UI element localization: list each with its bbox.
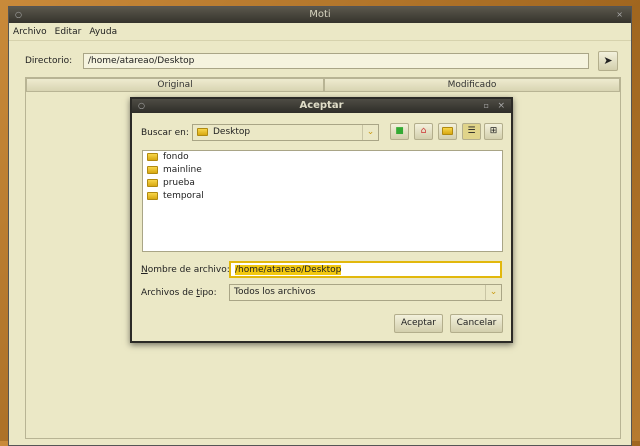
directory-label: Directorio: bbox=[25, 56, 73, 66]
up-folder-button[interactable]: ■ bbox=[390, 123, 409, 140]
new-folder-button[interactable] bbox=[438, 123, 457, 140]
folder-icon bbox=[147, 191, 158, 200]
cancel-button[interactable]: Cancelar bbox=[450, 314, 503, 333]
list-item[interactable]: temporal bbox=[143, 190, 502, 203]
file-name: prueba bbox=[163, 178, 195, 188]
list-item[interactable]: fondo bbox=[143, 151, 502, 164]
column-original[interactable]: Original bbox=[26, 78, 324, 92]
folder-icon bbox=[197, 127, 208, 136]
filetype-value: Todos los archivos bbox=[234, 287, 316, 297]
file-chooser-dialog: Aceptar ○ ▫ × Buscar en: Desktop ⌄ ■ ⌂ ☰… bbox=[130, 97, 513, 343]
list-view-button[interactable]: ☰ bbox=[462, 123, 481, 140]
menu-ayuda[interactable]: Ayuda bbox=[85, 23, 121, 41]
mnemonic: N bbox=[141, 265, 148, 275]
home-icon: ⌂ bbox=[420, 126, 427, 136]
chevron-down-icon: ⌄ bbox=[362, 125, 378, 140]
file-list: fondo mainline prueba temporal bbox=[142, 150, 503, 252]
home-button[interactable]: ⌂ bbox=[414, 123, 433, 140]
chevron-down-icon: ⌄ bbox=[485, 285, 501, 300]
filename-input[interactable]: /home/atareao/Desktop bbox=[229, 261, 502, 278]
new-folder-icon bbox=[442, 126, 453, 135]
menu-editar[interactable]: Editar bbox=[51, 23, 86, 41]
file-name: temporal bbox=[163, 191, 204, 201]
t2: ipo: bbox=[199, 288, 217, 298]
look-in-combo[interactable]: Desktop ⌄ bbox=[192, 124, 379, 141]
details-view-button[interactable]: ⊞ bbox=[484, 123, 503, 140]
close-icon[interactable]: × bbox=[616, 7, 623, 23]
window-menu-icon[interactable]: ○ bbox=[15, 7, 22, 23]
filename-label: Nombre de archivo: bbox=[141, 265, 230, 275]
up-folder-icon: ■ bbox=[395, 126, 404, 136]
menu-archivo[interactable]: Archivo bbox=[9, 23, 51, 41]
look-in-value: Desktop bbox=[213, 127, 251, 137]
filetype-combo[interactable]: Todos los archivos ⌄ bbox=[229, 284, 502, 301]
folder-icon bbox=[147, 178, 158, 187]
cursor-icon: ➤ bbox=[603, 54, 613, 67]
accept-button[interactable]: Aceptar bbox=[394, 314, 443, 333]
filename-value: /home/atareao/Desktop bbox=[235, 265, 342, 275]
list-item[interactable]: prueba bbox=[143, 177, 502, 190]
details-view-icon: ⊞ bbox=[489, 126, 498, 136]
window-title: Moti bbox=[309, 9, 331, 20]
look-in-label: Buscar en: bbox=[141, 128, 189, 138]
menu-bar: Archivo Editar Ayuda bbox=[9, 23, 631, 41]
filename-label-text: ombre de archivo: bbox=[147, 265, 230, 275]
filetype-label: Archivos de tipo: bbox=[141, 288, 217, 298]
folder-icon bbox=[147, 165, 158, 174]
browse-button[interactable]: ➤ bbox=[598, 51, 618, 71]
list-item[interactable]: mainline bbox=[143, 164, 502, 177]
file-name: mainline bbox=[163, 165, 202, 175]
folder-icon bbox=[147, 152, 158, 161]
t1: Archivos de bbox=[141, 288, 197, 298]
column-modificado[interactable]: Modificado bbox=[324, 78, 620, 92]
list-view-icon: ☰ bbox=[467, 126, 476, 136]
dialog-title[interactable]: Aceptar bbox=[132, 99, 511, 113]
title-bar[interactable]: Moti bbox=[9, 7, 631, 23]
maximize-icon[interactable]: ▫ bbox=[484, 99, 489, 113]
directory-input[interactable]: /home/atareao/Desktop bbox=[83, 53, 589, 69]
file-name: fondo bbox=[163, 152, 189, 162]
dialog-menu-icon[interactable]: ○ bbox=[138, 99, 145, 113]
dialog-close-icon[interactable]: × bbox=[497, 99, 505, 113]
